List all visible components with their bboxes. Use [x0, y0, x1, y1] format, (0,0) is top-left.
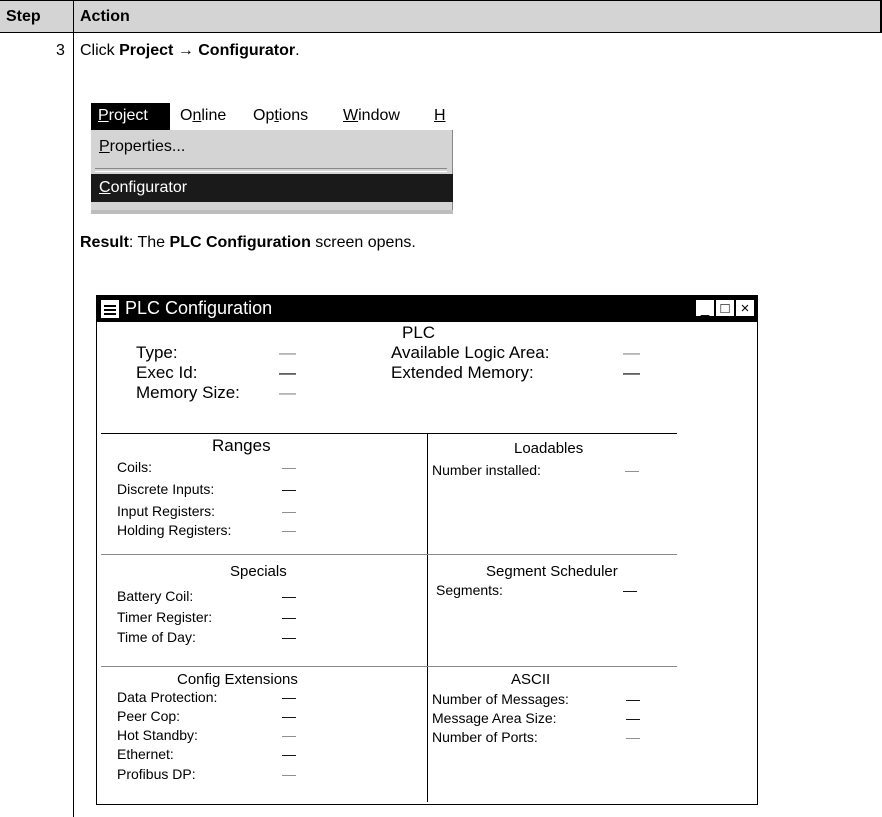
- profibus-dp-label: Profibus DP:: [117, 766, 196, 782]
- menu-project[interactable]: Project: [91, 103, 170, 130]
- column-divider: [73, 0, 74, 817]
- project-menu-screenshot: Project Online Options Window H Properti…: [91, 103, 453, 214]
- number-of-messages-value: —: [626, 691, 640, 707]
- discrete-inputs-label: Discrete Inputs:: [117, 481, 215, 497]
- plc-extended-memory-label: Extended Memory:: [391, 363, 534, 382]
- number-of-messages-label: Number of Messages:: [432, 691, 569, 707]
- peer-cop-value: —: [282, 708, 296, 724]
- header-step: Step: [6, 8, 41, 25]
- ranges-divider: [101, 554, 677, 555]
- header-action: Action: [80, 8, 130, 25]
- holding-registers-label: Holding Registers:: [117, 522, 232, 538]
- number-installed-value: —: [625, 462, 639, 478]
- menu-item-configurator[interactable]: Configurator: [91, 174, 453, 202]
- instruction-menu: Project: [119, 42, 174, 59]
- plc-extended-memory-value: —: [623, 363, 640, 382]
- loadables-heading: Loadables: [514, 440, 584, 457]
- window-title: PLC Configuration: [125, 298, 273, 318]
- input-registers-label: Input Registers:: [117, 503, 216, 519]
- battery-coil-label: Battery Coil:: [117, 588, 194, 604]
- instruction-suffix: .: [295, 42, 300, 59]
- plc-type-label: Type:: [136, 343, 178, 362]
- input-registers-value: —: [282, 503, 296, 519]
- menu-options[interactable]: Options: [253, 107, 308, 125]
- segments-label: Segments:: [436, 582, 503, 598]
- hot-standby-label: Hot Standby:: [117, 727, 198, 743]
- segment-scheduler-heading: Segment Scheduler: [486, 563, 618, 580]
- plc-exec-id-label: Exec Id:: [136, 363, 198, 382]
- segments-value: —: [623, 582, 637, 598]
- project-dropdown: Properties... Configurator: [91, 130, 453, 214]
- plc-available-logic-value: —: [623, 343, 640, 362]
- result-screen-name: PLC Configuration: [169, 234, 311, 251]
- number-of-ports-value: —: [626, 729, 640, 745]
- coils-value: —: [282, 459, 296, 475]
- result-text-2: screen opens.: [310, 234, 416, 251]
- plc-heading: PLC: [402, 323, 436, 342]
- ethernet-label: Ethernet:: [117, 746, 174, 762]
- menu-online[interactable]: Online: [180, 107, 226, 125]
- timer-register-value: —: [282, 609, 296, 625]
- holding-registers-value: —: [282, 522, 296, 538]
- dropdown-bottom-edge: [91, 210, 453, 214]
- instruction-item: Configurator: [198, 42, 296, 59]
- ranges-heading: Ranges: [212, 436, 271, 455]
- plc-type-value: —: [279, 343, 296, 362]
- coils-label: Coils:: [117, 459, 153, 475]
- message-area-size-label: Message Area Size:: [432, 710, 557, 726]
- plc-configuration-window: PLC Configuration _ □ × PLC Type: — Exec I…: [96, 295, 758, 805]
- message-area-size-value: —: [626, 710, 640, 726]
- time-of-day-value: —: [282, 629, 296, 645]
- close-button[interactable]: ×: [735, 299, 755, 317]
- battery-coil-value: —: [282, 588, 296, 604]
- specials-divider: [101, 666, 677, 667]
- ascii-heading: ASCII: [511, 671, 551, 688]
- step-instruction: Click Project → Configurator.: [80, 42, 300, 60]
- window-app-icon: [101, 300, 119, 318]
- discrete-inputs-value: —: [282, 481, 296, 497]
- plc-exec-id-value: —: [279, 363, 296, 382]
- menu-separator: [95, 168, 447, 172]
- window-controls: _ □ ×: [695, 299, 755, 319]
- plc-memory-size-value: —: [279, 383, 296, 402]
- center-divider: [427, 433, 428, 802]
- minimize-button[interactable]: _: [695, 299, 715, 317]
- plc-available-logic-label: Available Logic Area:: [391, 343, 550, 362]
- menu-window[interactable]: Window: [343, 107, 400, 125]
- specials-heading: Specials: [230, 563, 287, 580]
- plc-divider: [101, 433, 677, 434]
- result-text-1: : The: [128, 234, 170, 251]
- plc-memory-size-label: Memory Size:: [136, 383, 240, 402]
- data-protection-value: —: [282, 689, 296, 705]
- maximize-button[interactable]: □: [715, 299, 735, 317]
- window-title-bar[interactable]: PLC Configuration _ □ ×: [97, 296, 757, 322]
- instruction-prefix: Click: [80, 42, 120, 59]
- number-installed-label: Number installed:: [432, 462, 541, 478]
- step-table: Step Action 3 Click Project → Configurat…: [0, 0, 882, 817]
- menu-item-properties[interactable]: Properties...: [99, 138, 185, 156]
- result-text: Result: The PLC Configuration screen ope…: [80, 234, 416, 252]
- number-of-ports-label: Number of Ports:: [432, 729, 538, 745]
- menu-bar: Project Online Options Window H: [91, 103, 453, 130]
- peer-cop-label: Peer Cop:: [117, 708, 181, 724]
- config-extensions-heading: Config Extensions: [177, 671, 298, 688]
- step-number: 3: [56, 42, 65, 59]
- result-label: Result: [80, 234, 129, 251]
- profibus-dp-value: —: [282, 766, 296, 782]
- data-protection-label: Data Protection:: [117, 689, 218, 705]
- instruction-arrow: →: [173, 42, 199, 59]
- timer-register-label: Timer Register:: [117, 609, 213, 625]
- hot-standby-value: —: [282, 727, 296, 743]
- menu-help[interactable]: H: [434, 107, 446, 125]
- table-header: Step Action: [0, 0, 881, 33]
- time-of-day-label: Time of Day:: [117, 629, 196, 645]
- ethernet-value: —: [282, 746, 296, 762]
